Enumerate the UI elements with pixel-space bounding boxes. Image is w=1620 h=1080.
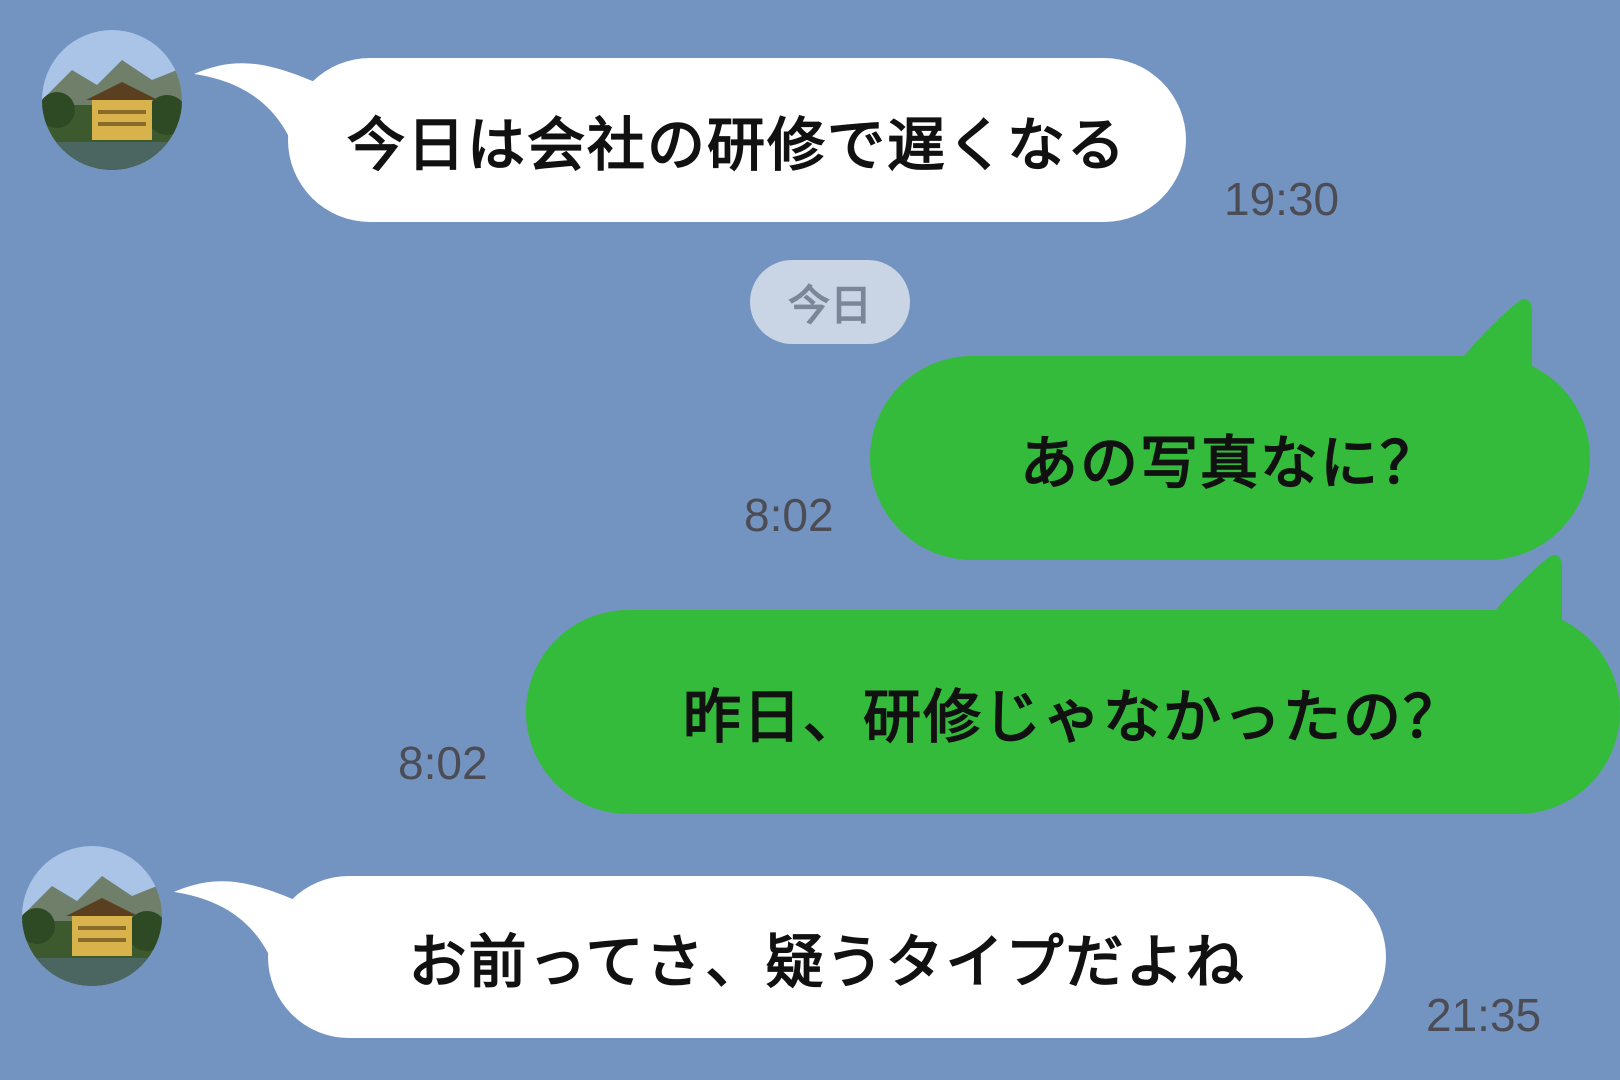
avatar-image	[22, 846, 162, 986]
message-bubble[interactable]: 昨日、研修じゃなかったの？	[526, 610, 1620, 814]
message-timestamp: 8:02	[398, 737, 488, 789]
message-text: お前ってさ、疑うタイプだよね	[408, 928, 1246, 996]
avatar-image	[42, 30, 182, 170]
avatar[interactable]	[22, 846, 162, 986]
date-separator: 今日	[750, 260, 910, 344]
message-timestamp: 21:35	[1426, 989, 1542, 1041]
avatar[interactable]	[42, 30, 182, 170]
date-separator-label: 今日	[787, 280, 872, 330]
message-bubble[interactable]: お前ってさ、疑うタイプだよね	[268, 876, 1386, 1038]
message-timestamp: 19:30	[1224, 173, 1340, 225]
message-text: 今日は会社の研修で遅くなる	[346, 111, 1127, 179]
message-bubble[interactable]: あの写真なに？	[870, 356, 1590, 560]
message-text: あの写真なに？	[1019, 429, 1440, 497]
message-bubble[interactable]: 今日は会社の研修で遅くなる	[288, 58, 1186, 222]
message-text: 昨日、研修じゃなかったの？	[682, 683, 1463, 751]
message-timestamp: 8:02	[744, 489, 834, 541]
